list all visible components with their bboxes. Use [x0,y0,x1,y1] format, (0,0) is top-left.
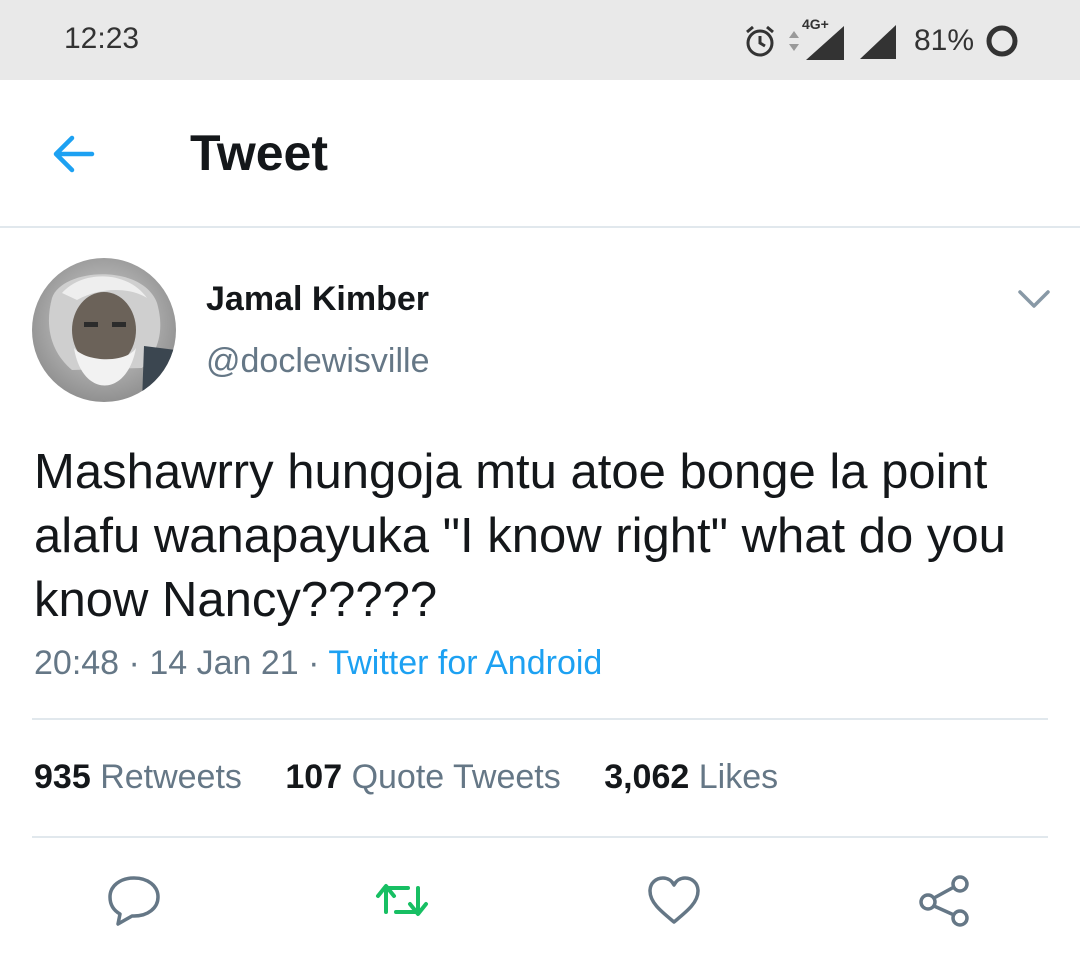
meta-separator: · [128,644,140,682]
page-title: Tweet [190,125,328,181]
quotes-count: 107 [285,758,343,796]
battery-percent: 81% [913,24,974,57]
likes-label: Likes [698,758,779,796]
quotes-stat[interactable]: 107 Quote Tweets [285,758,560,796]
retweets-label: Retweets [100,758,242,796]
retweet-icon [376,884,428,916]
share-button[interactable] [914,872,974,928]
reply-button[interactable] [104,872,164,928]
author-name[interactable]: Jamal Kimber [206,280,429,319]
likes-stat[interactable]: 3,062 Likes [604,758,778,796]
quotes-label: Quote Tweets [351,758,561,796]
app-bar: Tweet [0,80,1080,228]
tweet-text: Mashawrry hungoja mtu atoe bonge la poin… [34,445,1006,627]
retweets-stat[interactable]: 935 Retweets [34,758,242,796]
back-button[interactable] [48,130,100,178]
retweets-count: 935 [34,758,91,796]
status-time: 12:23 [64,22,140,55]
tweet-meta: 20:48 · 14 Jan 21 · Twitter for Android [34,644,602,683]
signal-icon [805,26,844,60]
tweet-source-link[interactable]: Twitter for Android [328,644,602,682]
chevron-down-icon [1018,290,1050,308]
retweet-button[interactable] [372,872,432,928]
author-handle[interactable]: @doclewisville [206,342,429,381]
divider [32,718,1048,720]
divider [32,836,1048,838]
avatar-image [32,258,176,402]
status-bar: 12:23 4G+ 81% [0,0,1080,80]
share-icon [919,875,969,927]
data-arrows-icon [788,31,799,51]
signal-icon [859,25,896,59]
arrow-left-icon [53,135,95,173]
battery-circle-icon [986,25,1018,57]
meta-separator: · [308,644,320,682]
likes-count: 3,062 [604,758,690,796]
status-icons: 4G+ 81% [732,16,1020,66]
network-indicator: 4G+ [802,16,848,64]
like-button[interactable] [644,872,704,928]
tweet-time: 20:48 [34,644,120,682]
tweet-stats: 935 Retweets 107 Quote Tweets 3,062 Like… [34,758,812,797]
tweet-options-button[interactable] [1014,282,1054,314]
reply-icon [108,876,160,926]
avatar[interactable] [32,258,176,402]
alarm-icon [745,25,774,57]
like-icon [648,876,700,924]
tweet-date: 14 Jan 21 [149,644,299,682]
